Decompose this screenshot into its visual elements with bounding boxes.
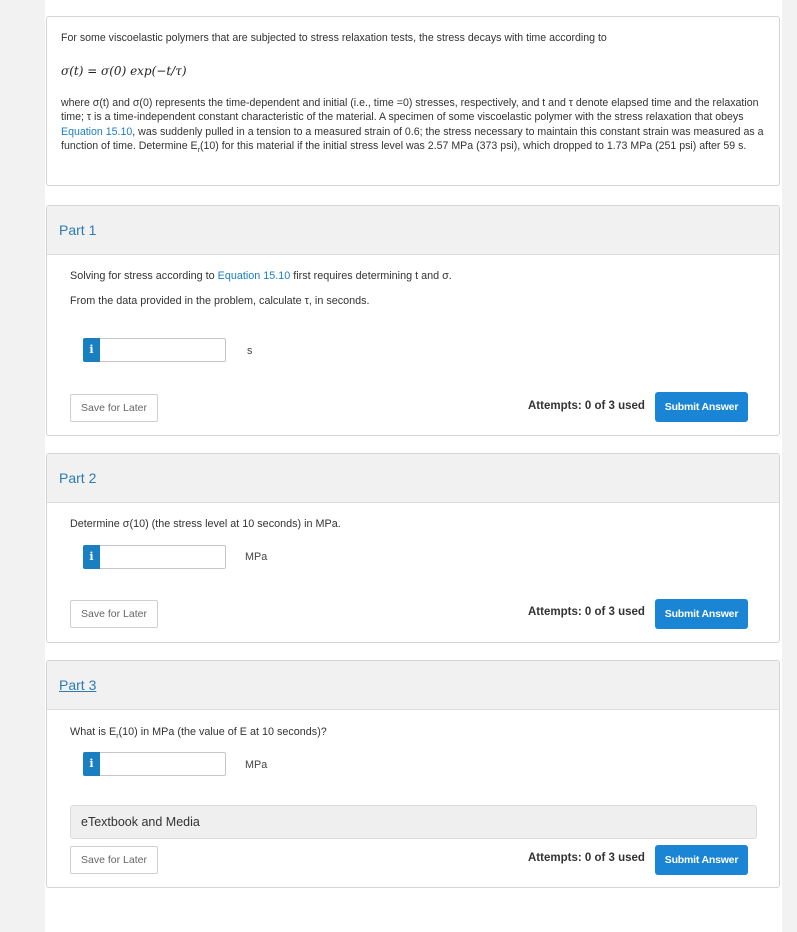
- problem-intro: For some viscoelastic polymers that are …: [61, 32, 607, 44]
- part-3-answer-input[interactable]: [100, 752, 226, 776]
- assignment-page: For some viscoelastic polymers that are …: [45, 0, 782, 932]
- part-2-unit: MPa: [245, 551, 268, 563]
- part-1-save-for-later-button[interactable]: Save for Later: [70, 394, 158, 422]
- info-icon[interactable]: i: [83, 752, 100, 776]
- part-1-card: Part 1 Solving for stress according to E…: [46, 205, 780, 436]
- part-1-unit: s: [247, 345, 253, 357]
- part-2-title[interactable]: Part 2: [59, 470, 96, 486]
- problem-statement: For some viscoelastic polymers that are …: [46, 16, 780, 186]
- part-3-card: Part 3 What is Er(10) in MPa (the value …: [46, 660, 780, 888]
- part-3-unit: MPa: [245, 759, 268, 771]
- info-icon[interactable]: i: [83, 338, 100, 362]
- part-1-submit-button[interactable]: Submit Answer: [655, 392, 748, 422]
- etextbook-and-media-section[interactable]: eTextbook and Media: [70, 805, 757, 839]
- part-1-equation-link[interactable]: Equation 15.10: [218, 270, 291, 282]
- part-2-question: Determine σ(10) (the stress level at 10 …: [70, 518, 341, 530]
- part-1-attempts: Attempts: 0 of 3 used: [528, 400, 645, 412]
- part-3-question: What is Er(10) in MPa (the value of E at…: [70, 726, 327, 741]
- part-3-title[interactable]: Part 3: [59, 677, 96, 693]
- part-1-answer-input[interactable]: [100, 338, 226, 362]
- part-1-header: Part 1: [47, 206, 779, 255]
- info-icon[interactable]: i: [83, 545, 100, 569]
- equation-link[interactable]: Equation 15.10: [61, 126, 132, 138]
- part-2-submit-button[interactable]: Submit Answer: [655, 599, 748, 629]
- part-1-question-line2: From the data provided in the problem, c…: [70, 295, 370, 307]
- stress-relaxation-equation: σ(t) = σ(0) exp(−t/τ): [61, 64, 187, 78]
- part-2-answer-input[interactable]: [100, 545, 226, 569]
- part-2-header: Part 2: [47, 454, 779, 503]
- part-2-attempts: Attempts: 0 of 3 used: [528, 606, 645, 618]
- problem-body: where σ(t) and σ(0) represents the time-…: [61, 97, 764, 154]
- part-1-title[interactable]: Part 1: [59, 222, 96, 238]
- part-3-header: Part 3: [47, 661, 779, 710]
- part-3-save-for-later-button[interactable]: Save for Later: [70, 846, 158, 874]
- part-1-question-line1: Solving for stress according to Equation…: [70, 270, 452, 282]
- part-3-attempts: Attempts: 0 of 3 used: [528, 852, 645, 864]
- part-2-card: Part 2 Determine σ(10) (the stress level…: [46, 453, 780, 643]
- part-3-submit-button[interactable]: Submit Answer: [655, 845, 748, 875]
- part-2-save-for-later-button[interactable]: Save for Later: [70, 600, 158, 628]
